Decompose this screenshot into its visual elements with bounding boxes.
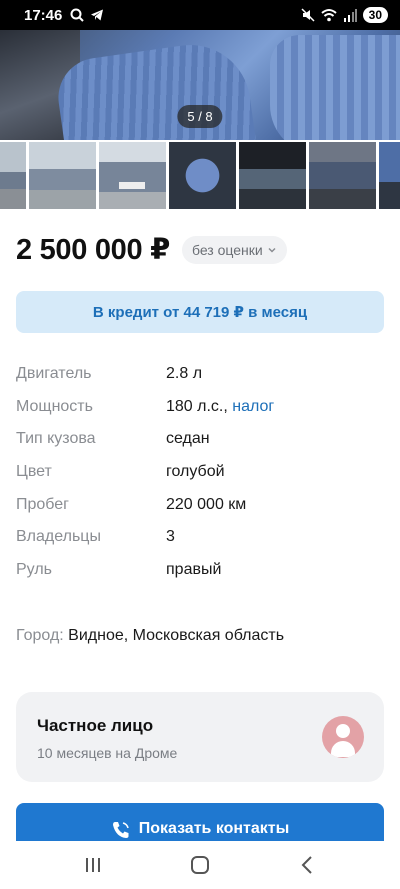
thumbnail[interactable] [379,142,400,209]
system-navigation-bar [0,841,400,889]
back-icon [301,856,312,874]
chevron-down-icon [268,247,276,253]
spec-row: Руль правый [16,554,384,587]
spec-row: Двигатель 2.8 л [16,358,384,391]
search-icon [70,8,85,22]
spec-value: седан [166,430,210,448]
city-value: Видное, Московская область [68,627,285,644]
home-button[interactable] [180,850,220,880]
spec-label: Мощность [16,397,93,415]
thumbnail[interactable] [309,142,376,209]
price-estimate-badge[interactable]: без оценки [181,235,287,264]
spec-label: Руль [16,560,52,578]
signal-icon [343,9,357,22]
clock: 17:46 [24,6,63,24]
seller-tenure: 10 месяцев на Дроме [37,745,178,761]
wifi-icon [320,9,337,22]
thumbnail[interactable] [0,142,26,209]
spec-row: Пробег 220 000 км [16,488,384,521]
mute-icon [301,8,315,22]
spec-value: 180 л.с., налог [166,398,274,416]
spec-value: голубой [166,463,225,481]
thumbnail-strip[interactable] [0,142,400,209]
thumbnail[interactable] [169,142,236,209]
status-bar: 17:46 30 [0,0,400,30]
tax-link[interactable]: налог [232,398,274,415]
spec-value: 220 000 км [166,495,247,513]
spec-label: Цвет [16,463,52,481]
credit-banner[interactable]: В кредит от 44 719 ₽ в месяц [16,291,384,333]
photo-counter: 5 / 8 [177,105,223,128]
spec-value: 3 [166,528,175,546]
spec-value: правый [166,560,222,578]
spec-label: Тип кузова [16,430,96,448]
spec-label: Пробег [16,495,70,513]
photo-seat [53,37,257,140]
city-row: Город: Видное, Московская область [16,627,284,645]
home-icon [190,856,209,874]
telegram-icon [91,9,104,21]
recents-icon [86,858,101,872]
seller-name: Частное лицо [37,716,154,735]
back-button[interactable] [287,850,327,880]
spec-row: Тип кузова седан [16,423,384,456]
spec-row: Цвет голубой [16,456,384,489]
power-value: 180 л.с., [166,397,228,415]
price-row: 2 500 000 ₽ без оценки [16,232,384,267]
spec-value: 2.8 л [166,365,203,383]
specs-list: Двигатель 2.8 л Мощность 180 л.с., налог… [16,358,384,586]
thumbnail[interactable] [99,142,166,209]
thumbnail[interactable] [29,142,96,209]
city-label: Город: [16,627,64,644]
avatar [322,716,364,758]
spec-label: Владельцы [16,528,101,546]
seller-card[interactable]: Частное лицо 10 месяцев на Дроме [16,692,384,782]
recents-button[interactable] [73,850,113,880]
battery-icon: 30 [362,7,388,23]
phone-icon [112,822,129,838]
price: 2 500 000 ₽ [16,234,170,266]
badge-label: без оценки [191,241,263,258]
spec-row: Мощность 180 л.с., налог [16,391,384,424]
spec-row: Владельцы 3 [16,521,384,554]
photo-seat [270,35,400,140]
contact-button-label: Показать контакты [138,820,290,837]
spec-label: Двигатель [16,365,92,383]
thumbnail[interactable] [239,142,306,209]
